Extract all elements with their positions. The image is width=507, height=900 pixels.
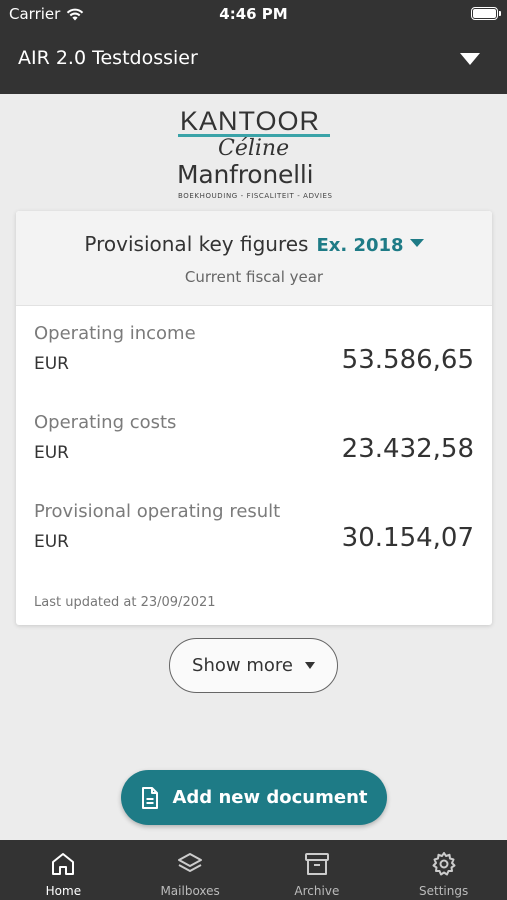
tab-label[interactable]: Settings: [380, 884, 507, 898]
dossier-dropdown-icon[interactable]: [460, 53, 480, 65]
logo-manfronelli: Manfronelli: [177, 160, 314, 189]
archive-icon[interactable]: [304, 851, 330, 877]
show-more-label[interactable]: Show more: [192, 655, 293, 676]
card-header: Provisional key figures Ex. 2018 Current …: [16, 211, 492, 306]
metric-currency: EUR: [34, 443, 69, 463]
logo-celine: Céline: [218, 136, 290, 161]
company-logo: KANTOOR Céline Manfronelli BOEKHOUDING -…: [170, 104, 340, 202]
tab-label[interactable]: Home: [0, 884, 127, 898]
card-title: Provisional key figures: [84, 232, 309, 256]
document-icon[interactable]: [140, 786, 160, 810]
tab-archive[interactable]: Archive: [254, 840, 381, 900]
tab-settings[interactable]: Settings: [380, 840, 507, 900]
add-document-label[interactable]: Add new document: [172, 787, 367, 808]
add-document-button[interactable]: Add new document: [121, 770, 387, 825]
status-bar: Carrier 4:46 PM: [0, 0, 507, 28]
battery-icon: [471, 7, 501, 20]
metric-operating-income: Operating income EUR 53.586,65: [34, 323, 474, 387]
metric-currency: EUR: [34, 354, 69, 374]
tab-label[interactable]: Archive: [254, 884, 381, 898]
logo-kantoor: KANTOOR: [180, 106, 321, 136]
metric-value: 23.432,58: [341, 434, 474, 464]
metric-operating-costs: Operating costs EUR 23.432,58: [34, 412, 474, 476]
metric-label: Operating income: [34, 323, 196, 344]
logo-tagline: BOEKHOUDING - FISCALITEIT - ADVIES: [178, 192, 333, 200]
show-more-button[interactable]: Show more: [169, 638, 338, 693]
tab-bar: Home Mailboxes Archive Settings: [0, 840, 507, 900]
tab-home[interactable]: Home: [0, 840, 127, 900]
card-title-row: Provisional key figures Ex. 2018: [16, 232, 492, 256]
metric-currency: EUR: [34, 532, 69, 552]
chevron-down-icon[interactable]: [409, 239, 424, 247]
dossier-title: AIR 2.0 Testdossier: [18, 47, 198, 69]
app-header: AIR 2.0 Testdossier: [0, 28, 507, 94]
last-updated: Last updated at 23/09/2021: [34, 595, 216, 610]
metric-value: 53.586,65: [341, 345, 474, 375]
fiscal-year-selector[interactable]: Ex. 2018: [316, 235, 424, 256]
layers-icon[interactable]: [177, 851, 203, 877]
caret-down-icon[interactable]: [304, 662, 315, 669]
gear-icon[interactable]: [431, 851, 457, 877]
tab-label[interactable]: Mailboxes: [127, 884, 254, 898]
tab-mailboxes[interactable]: Mailboxes: [127, 840, 254, 900]
key-figures-card: Provisional key figures Ex. 2018 Current …: [16, 211, 492, 625]
card-subtitle: Current fiscal year: [184, 268, 324, 286]
metric-operating-result: Provisional operating result EUR 30.154,…: [34, 501, 474, 565]
fiscal-year-label[interactable]: Ex. 2018: [316, 235, 403, 256]
metric-label: Operating costs: [34, 412, 177, 433]
clock: 4:46 PM: [219, 5, 288, 23]
metric-value: 30.154,07: [341, 523, 474, 553]
metric-label: Provisional operating result: [34, 501, 281, 522]
home-icon[interactable]: [50, 851, 76, 877]
